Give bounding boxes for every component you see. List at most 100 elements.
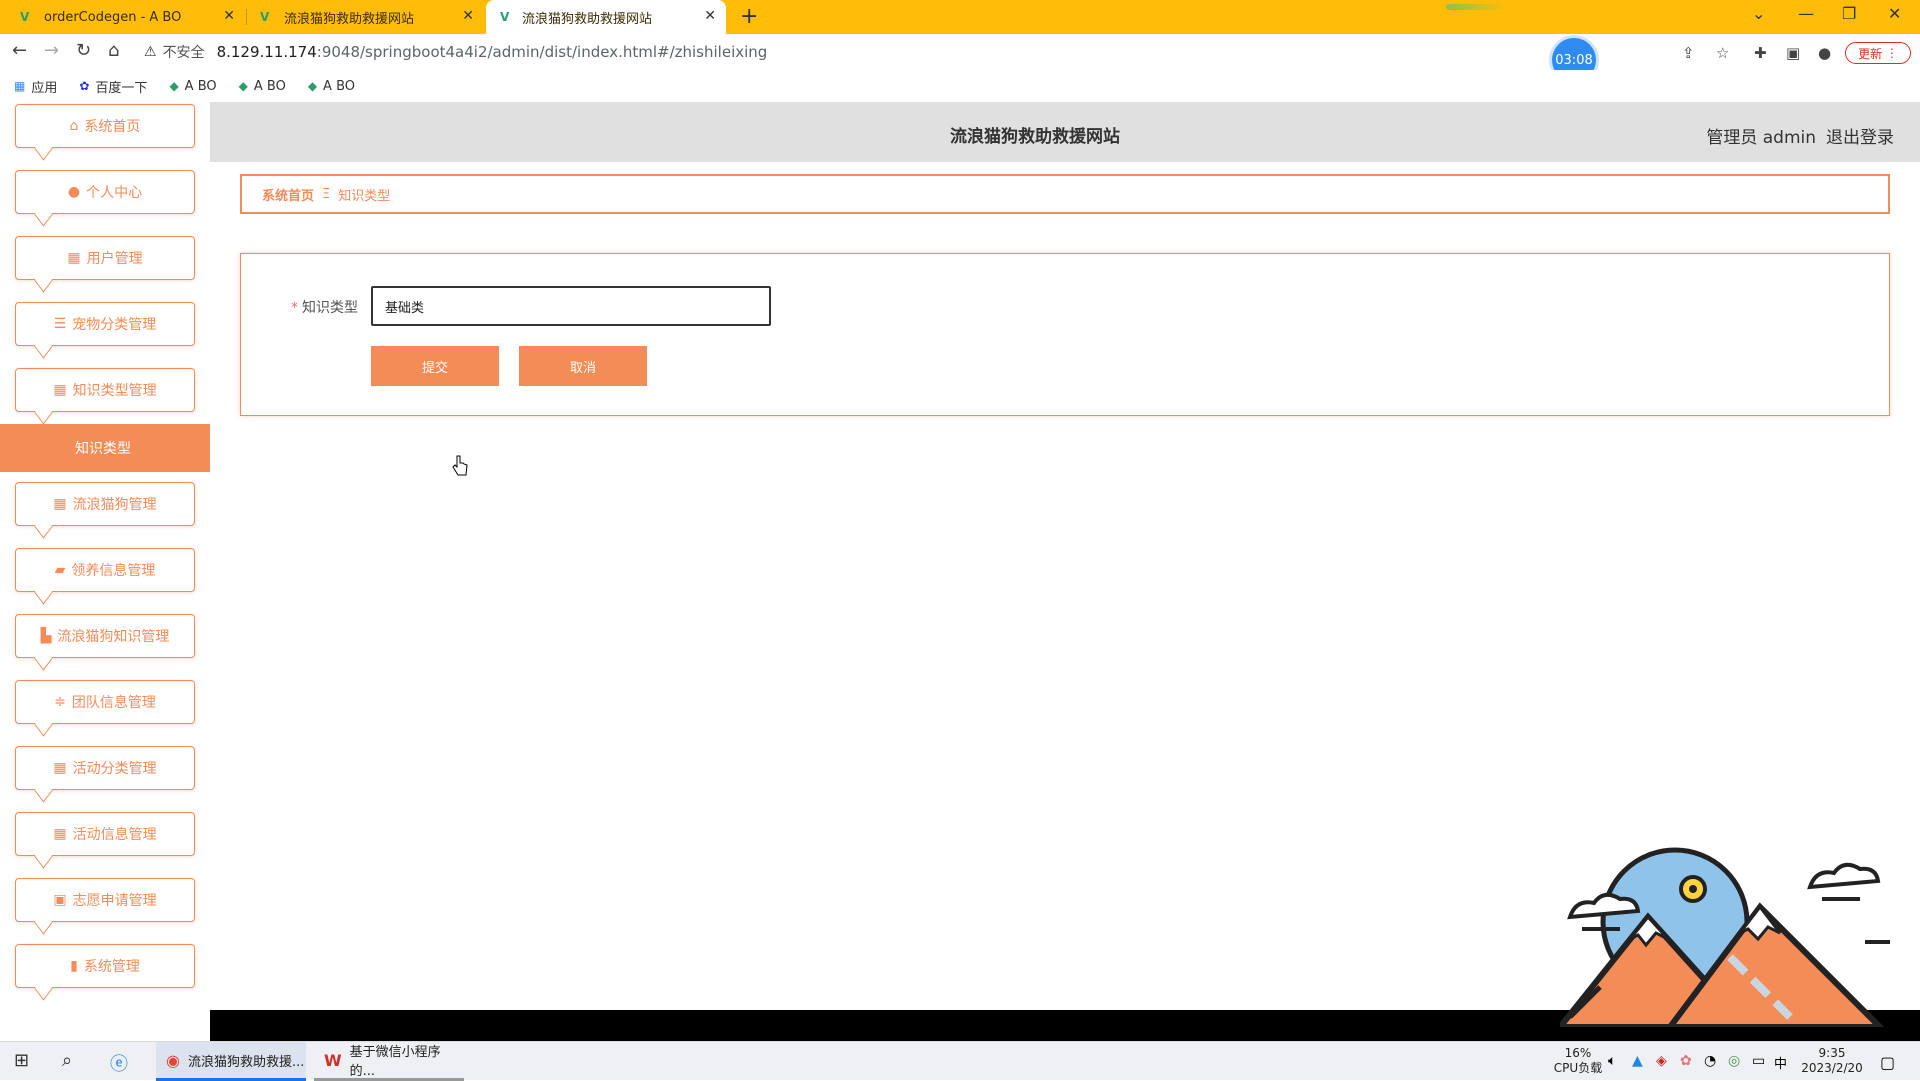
new-tab-button[interactable]: + (740, 4, 758, 29)
sidebar-item-label: 流浪猫狗管理 (72, 497, 157, 513)
forward-icon[interactable]: → (44, 40, 59, 61)
sidebar-item-profile[interactable]: ● 个人中心 (15, 170, 195, 214)
sidebar-item-label: 流浪猫狗知识管理 (57, 629, 170, 645)
clipboard-icon: ▣ (53, 892, 67, 908)
tray-green-icon[interactable]: ◎ (1728, 1053, 1740, 1069)
extensions-icon[interactable]: ✚ (1754, 44, 1767, 62)
home-icon: ⌂ (69, 118, 79, 134)
tab-separator (246, 9, 247, 25)
sidebar-item-label: 团队信息管理 (71, 695, 156, 711)
home-icon[interactable]: ⌂ (108, 40, 119, 61)
knowledge-type-input[interactable] (371, 286, 771, 326)
bookmark-abo[interactable]: ◆ A BO (169, 79, 216, 94)
clock[interactable]: 9:35 2023/2/20 (1796, 1046, 1868, 1076)
bookmark-label: A BO (253, 78, 286, 94)
close-window-icon[interactable]: ✕ (1888, 4, 1901, 23)
share-icon[interactable]: ⇪ (1682, 44, 1695, 62)
windows-start-icon[interactable]: ⊞ (14, 1050, 29, 1071)
bookmark-label: 应用 (31, 80, 58, 96)
grid-icon: ▦ (67, 250, 81, 266)
volume-icon[interactable]: 🔈︎ (1608, 1053, 1616, 1069)
top-header: 流浪猫狗救助救援网站 管理员 admin 退出登录 (210, 102, 1920, 162)
search-icon[interactable]: ⌕ (62, 1050, 72, 1071)
sidebar-item-volunteer[interactable]: ▣ 志愿申请管理 (15, 878, 195, 922)
bookmark-star-icon[interactable]: ☆ (1716, 44, 1729, 62)
browser-tab-active[interactable]: V 流浪猫狗救助救援网站 ✕ (486, 0, 726, 34)
sidebar-item-users[interactable]: ▦ 用户管理 (15, 236, 195, 280)
mountain-sun-illustration (1560, 847, 1890, 1027)
abo-leaf-icon: ◆ (238, 79, 248, 93)
tab-title: orderCodegen - A BO (44, 9, 182, 25)
taskbar-app-chrome[interactable]: ◉ 流浪猫狗救助救援... (156, 1042, 306, 1081)
tab-title: 流浪猫狗救助救援网站 (522, 11, 653, 27)
network-icon[interactable]: ▭ (1752, 1053, 1765, 1069)
side-panel-icon[interactable]: ▣ (1786, 44, 1800, 62)
sidebar-item-team[interactable]: ≑ 团队信息管理 (15, 680, 195, 724)
sidebar-item-stray-animals[interactable]: ▦ 流浪猫狗管理 (15, 482, 195, 526)
taskbar-app-wps[interactable]: W 基于微信小程序的... (314, 1042, 464, 1081)
browser-tab[interactable]: V orderCodegen - A BO ✕ (0, 0, 245, 34)
bookmark-abo[interactable]: ◆ A BO (239, 79, 286, 94)
insecure-label: 不安全 (162, 45, 205, 61)
submit-button[interactable]: 提交 (371, 346, 499, 386)
taskbar-app-label: 基于微信小程序的... (349, 1045, 441, 1079)
bookmark-baidu[interactable]: ✿ 百度一下 (79, 77, 147, 96)
user-area: 管理员 admin 退出登录 (1696, 123, 1894, 148)
url-host: 8.129.11.174 (216, 43, 317, 61)
sidebar-item-activity-info[interactable]: ▦ 活动信息管理 (15, 812, 195, 856)
vue-favicon-icon: V (20, 10, 30, 24)
close-tab-icon[interactable]: ✕ (704, 8, 716, 24)
cancel-button[interactable]: 取消 (519, 346, 647, 386)
baidu-paw-icon: ✿ (79, 79, 90, 93)
abo-leaf-icon: ◆ (169, 79, 179, 93)
bookmark-abo[interactable]: ◆ A BO (308, 79, 355, 94)
ime-indicator[interactable]: 中 (1774, 1053, 1787, 1072)
breadcrumb: 系统首页 Ξ 知识类型 (240, 174, 1890, 214)
update-label: 更新 (1858, 46, 1883, 61)
sidebar-item-home[interactable]: ⌂ 系统首页 (15, 104, 195, 148)
bookmark-apps[interactable]: ▦ 应用 (14, 77, 57, 96)
browser-tab-bar: V orderCodegen - A BO ✕ V 流浪猫狗救助救援网站 ✕ V… (0, 0, 1920, 34)
sidebar-item-label: 知识类型管理 (72, 383, 157, 399)
tab-search-icon[interactable]: ⌄ (1752, 4, 1765, 23)
network-app-icon[interactable]: ▲ (1632, 1053, 1643, 1069)
update-button[interactable]: 更新 ⋮ (1845, 42, 1911, 64)
sidebar-item-knowledge-type[interactable]: ▦ 知识类型管理 (15, 368, 195, 412)
sidebar: ⌂ 系统首页 ● 个人中心 ▦ 用户管理 ☰ 宠物分类管理 ▦ 知识类型管理 知识类型 ▦… (0, 102, 210, 1041)
browser-tab[interactable]: V 流浪猫狗救助救援网站 ✕ (248, 0, 484, 34)
url-field[interactable]: ⚠ 不安全 8.129.11.174 :9048/springboot4a4i2… (144, 40, 767, 64)
grid-icon: ▦ (53, 760, 67, 776)
notification-icon[interactable]: ▢ (1880, 1053, 1895, 1072)
qq-icon[interactable]: ◔ (1704, 1053, 1716, 1069)
breadcrumb-home[interactable]: 系统首页 (262, 185, 314, 204)
ie-browser-icon[interactable]: ⓔ (110, 1050, 128, 1076)
back-icon[interactable]: ← (12, 40, 27, 61)
sidebar-item-stray-knowledge[interactable]: ▙ 流浪猫狗知识管理 (15, 614, 195, 658)
restore-icon[interactable]: ❐ (1842, 4, 1856, 23)
security-shield-icon[interactable]: ◈ (1656, 1053, 1667, 1069)
site-title: 流浪猫狗救助救援网站 (950, 127, 1120, 147)
logout-link[interactable]: 退出登录 (1826, 128, 1894, 148)
profile-icon[interactable]: ● (1818, 44, 1831, 62)
hand-cursor-icon (452, 455, 468, 476)
submenu-item-knowledge-type[interactable]: 知识类型 (0, 424, 210, 472)
close-tab-icon[interactable]: ✕ (223, 8, 235, 24)
cpu-load-indicator[interactable]: 16% CPU负载 (1550, 1046, 1606, 1076)
user-icon: ● (67, 184, 81, 200)
clock-time: 9:35 (1818, 1046, 1846, 1060)
minimize-icon[interactable]: — (1798, 4, 1814, 23)
briefcase-icon: ▙ (40, 628, 52, 644)
sidebar-item-pet-category[interactable]: ☰ 宠物分类管理 (15, 302, 195, 346)
tab-title: 流浪猫狗救助救援网站 (284, 11, 415, 27)
close-tab-icon[interactable]: ✕ (462, 8, 474, 24)
sidebar-item-label: 用户管理 (86, 251, 143, 267)
sidebar-item-activity-category[interactable]: ▦ 活动分类管理 (15, 746, 195, 790)
vue-favicon-icon: V (500, 10, 510, 24)
vue-favicon-icon: V (260, 10, 270, 24)
sidebar-item-adoption[interactable]: ▰ 领养信息管理 (15, 548, 195, 592)
clock-date: 2023/2/20 (1801, 1061, 1863, 1075)
abo-leaf-icon: ◆ (307, 79, 318, 93)
sidebar-item-system[interactable]: ▮ 系统管理 (15, 944, 195, 988)
reload-icon[interactable]: ↻ (76, 40, 91, 61)
tray-app-icon[interactable]: ✿ (1680, 1053, 1692, 1069)
